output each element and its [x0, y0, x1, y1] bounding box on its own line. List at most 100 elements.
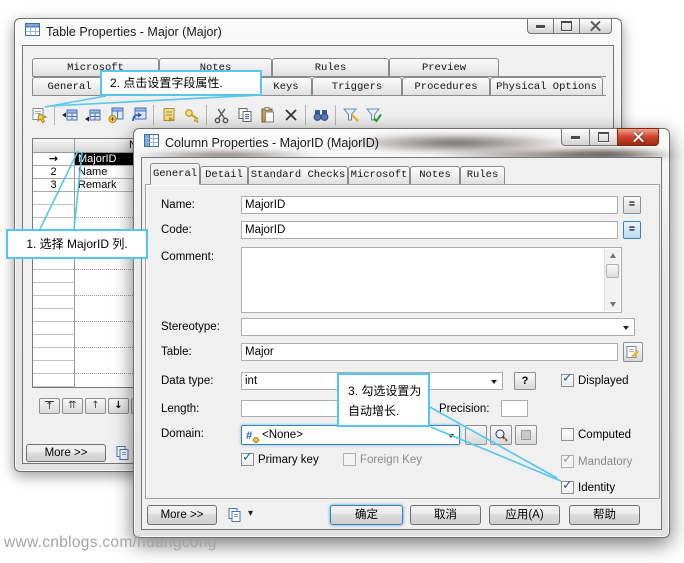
pages-icon[interactable] [227, 507, 243, 528]
tab-general[interactable]: General [150, 163, 200, 185]
maximize-icon [598, 132, 609, 142]
add-row-new-icon[interactable] [104, 103, 127, 126]
insert-row-icon[interactable] [58, 103, 81, 126]
move-up-double-button[interactable]: ⇈ [62, 398, 83, 414]
dialog-tabs: General Detail Standard Checks Microsoft… [150, 163, 505, 185]
tab-standard-checks[interactable]: Standard Checks [248, 166, 348, 184]
code-input[interactable]: MajorID [241, 221, 618, 239]
grid-cell-num: 2 [33, 166, 75, 179]
domain-properties-button[interactable] [515, 425, 537, 445]
tab-keys[interactable]: Keys [260, 77, 312, 95]
help-button[interactable]: 帮助 [569, 505, 640, 525]
add-row-icon[interactable] [81, 103, 104, 126]
foreign-key-checkbox[interactable]: Foreign Key [343, 453, 422, 466]
stereotype-combobox[interactable] [241, 318, 635, 336]
magnifier-icon [495, 429, 508, 442]
mandatory-checkbox[interactable]: ✓ Mandatory [561, 452, 632, 468]
maximize-button[interactable] [589, 128, 618, 146]
precision-input[interactable] [501, 400, 528, 417]
tab-triggers[interactable]: Triggers [312, 77, 402, 95]
properties-icon[interactable] [28, 103, 51, 126]
maximize-button[interactable] [553, 18, 580, 34]
cancel-button[interactable]: 取消 [410, 505, 481, 525]
replicate-row-icon[interactable] [127, 103, 150, 126]
close-icon [633, 132, 644, 142]
menu-caret-icon[interactable]: ▾ [248, 508, 253, 519]
comment-label: Comment: [161, 251, 215, 263]
domain-browse-button[interactable] [490, 425, 512, 445]
filter-edit-icon[interactable] [339, 103, 362, 126]
move-up-double-icon: ⇈ [68, 400, 77, 411]
column-properties-client: General Detail Standard Checks Microsoft… [141, 157, 662, 530]
key-icon[interactable] [180, 103, 203, 126]
code-equals-button[interactable]: = [623, 221, 641, 239]
ok-button[interactable]: 确定 [330, 505, 403, 525]
stereotype-label: Stereotype: [161, 321, 220, 333]
check-icon: ✓ [562, 371, 573, 386]
identity-checkbox[interactable]: ✓ Identity [561, 478, 615, 494]
tab-physical-options[interactable]: Physical Options [490, 77, 603, 95]
filter-apply-icon[interactable] [362, 103, 385, 126]
apply-button[interactable]: 应用(A) [489, 505, 560, 525]
displayed-checkbox[interactable]: ✓ Displayed [561, 371, 629, 387]
screen: Table Properties - Major (Major) Microso… [0, 0, 684, 563]
tab-detail[interactable]: Detail [200, 166, 248, 184]
move-down-button[interactable]: ↓ [108, 398, 129, 414]
window-title: Table Properties - Major (Major) [46, 25, 222, 39]
name-equals-button[interactable]: = [623, 196, 641, 214]
move-up-button[interactable]: ↑ [85, 398, 106, 414]
copy-icon[interactable] [233, 103, 256, 126]
find-icon[interactable] [309, 103, 332, 126]
check-icon: ✓ [562, 452, 573, 467]
delete-icon[interactable] [279, 103, 302, 126]
close-button[interactable] [617, 128, 659, 146]
move-first-button[interactable]: ↑ [39, 398, 60, 414]
comment-textarea[interactable] [241, 247, 622, 313]
tab-microsoft[interactable]: Microsoft [348, 166, 410, 184]
properties-icon [626, 346, 639, 358]
toolbar-separator [335, 104, 336, 125]
datatype-help-button[interactable]: ? [514, 372, 536, 390]
tab-procedures[interactable]: Procedures [402, 77, 490, 95]
precision-label: Precision: [439, 403, 490, 415]
column-properties-dialog: Column Properties - MajorID (MajorID) Ge… [129, 128, 684, 538]
pages-icon[interactable] [115, 445, 131, 466]
domain-create-button[interactable] [465, 425, 487, 445]
checkbox-box: ✓ [241, 450, 254, 466]
check-icon: ✓ [562, 478, 573, 493]
paste-icon[interactable] [256, 103, 279, 126]
cut-icon[interactable] [210, 103, 233, 126]
more-button[interactable]: More >> [147, 505, 217, 525]
table-icon [25, 23, 40, 41]
scrollbar-thumb[interactable] [606, 264, 619, 278]
table-properties-button[interactable] [623, 342, 643, 362]
checkbox-box [561, 428, 574, 441]
close-button[interactable] [579, 18, 612, 34]
primary-key-checkbox[interactable]: ✓ Primary key [241, 450, 319, 466]
tab-preview[interactable]: Preview [389, 58, 499, 76]
chevron-down-icon [623, 326, 629, 330]
checkbox-box: ✓ [561, 371, 574, 387]
generate-template-icon[interactable] [157, 103, 180, 126]
move-down-icon: ↓ [114, 400, 123, 411]
tab-rules[interactable]: Rules [272, 58, 389, 76]
scroll-down-icon[interactable] [606, 298, 619, 311]
tab-general[interactable]: General [32, 77, 107, 95]
tab-notes[interactable]: Notes [410, 166, 460, 184]
comment-scrollbar[interactable] [604, 249, 620, 311]
computed-checkbox[interactable]: Computed [561, 428, 631, 441]
table-field[interactable]: Major [241, 343, 618, 361]
toolbar-separator [153, 104, 154, 125]
scroll-up-icon[interactable] [606, 249, 619, 262]
minimize-button[interactable] [561, 128, 590, 146]
callout-step3: 3. 勾选设置为 自动增长. [337, 373, 430, 427]
more-button[interactable]: More >> [26, 444, 106, 462]
domain-combobox[interactable]: <None> [241, 425, 460, 445]
minimize-button[interactable] [527, 18, 554, 34]
toolbar-separator [54, 104, 55, 125]
tab-rules[interactable]: Rules [460, 166, 505, 184]
toolbar-separator [206, 104, 207, 125]
checkbox-box: ✓ [561, 452, 574, 468]
checkbox-box: ✓ [561, 478, 574, 494]
name-input[interactable]: MajorID [241, 196, 618, 214]
